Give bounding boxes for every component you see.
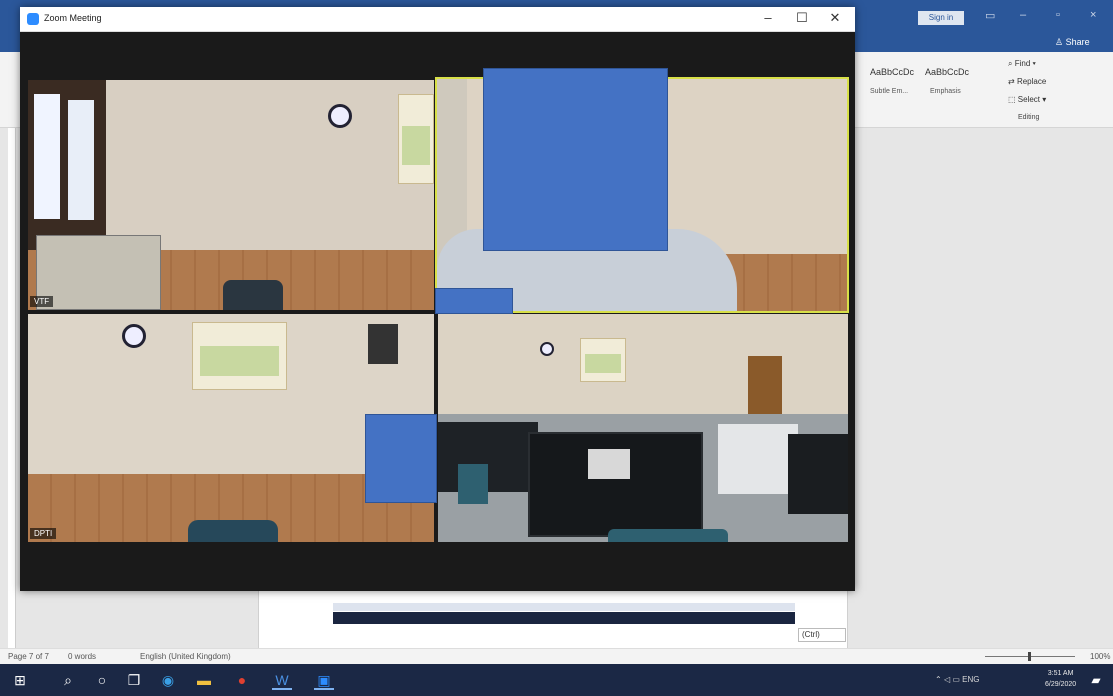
share-button[interactable]: ♙ Share <box>1055 37 1090 48</box>
zoom-close-button[interactable]: ✕ <box>825 10 845 26</box>
chair <box>188 520 278 542</box>
word-maximize-button[interactable]: ▫ <box>1056 9 1060 21</box>
sign-in-button[interactable]: Sign in <box>918 11 964 25</box>
zoom-percentage[interactable]: 100% <box>1090 652 1110 661</box>
clock-date: 6/29/2020 <box>1045 681 1077 688</box>
embedded-screenshot-toolbar <box>333 603 795 611</box>
wall-clock <box>328 104 352 128</box>
tray-chevron-icon[interactable]: ⌃ <box>935 675 942 684</box>
wall-fan <box>368 324 398 364</box>
zoom-window-title: Zoom Meeting <box>44 13 102 23</box>
word-taskbar-icon[interactable]: W <box>272 670 292 690</box>
window-pane <box>34 94 60 219</box>
word-close-button[interactable]: × <box>1090 9 1096 21</box>
wall-clock <box>540 342 554 356</box>
style-emphasis-caption: Emphasis <box>930 88 961 95</box>
file-explorer-icon[interactable]: ▬ <box>194 670 214 690</box>
zoom-minimize-button[interactable]: – <box>758 10 778 25</box>
style-subtle-emphasis-sample[interactable]: AaBbCcDc <box>870 67 914 77</box>
cortana-icon[interactable]: ○ <box>92 670 112 690</box>
language-indicator[interactable]: English (United Kingdom) <box>140 652 231 661</box>
redaction-box <box>435 288 513 314</box>
participant-name-tag: VTF <box>30 296 54 307</box>
word-minimize-button[interactable]: – <box>1020 9 1026 21</box>
volume-icon[interactable]: ◁ <box>944 675 950 684</box>
share-label: Share <box>1065 37 1090 47</box>
embedded-screenshot-taskbar <box>333 612 795 624</box>
replace-button[interactable]: ⇄ Replace <box>1008 77 1046 86</box>
page-count[interactable]: Page 7 of 7 <box>8 652 49 661</box>
notification-icon[interactable]: ▰ <box>1086 670 1106 690</box>
ribbon-display-options-icon[interactable]: ▭ <box>985 9 995 22</box>
monitor <box>718 424 798 494</box>
wall-clock <box>122 324 146 348</box>
monitor <box>438 422 538 492</box>
windows-start-icon[interactable]: ⊞ <box>10 670 30 690</box>
video-tile[interactable]: VTF <box>28 80 434 310</box>
word-statusbar: Page 7 of 7 0 words English (United King… <box>0 648 1113 664</box>
window-pane <box>68 100 94 220</box>
monitor <box>528 432 703 537</box>
redaction-box <box>365 414 437 503</box>
wall-poster <box>192 322 287 390</box>
zoom-slider-handle[interactable] <box>1028 652 1031 661</box>
wall <box>438 314 848 414</box>
clock-time: 3:51 AM <box>1047 670 1074 677</box>
chair <box>608 529 728 542</box>
monitor <box>788 434 848 514</box>
select-button[interactable]: ⬚ Select ▾ <box>1008 95 1046 104</box>
participant-name-tag: DPTI <box>30 528 57 539</box>
wall-poster <box>580 338 626 382</box>
chair <box>223 280 283 310</box>
zoom-titlebar: Zoom Meeting – ☐ ✕ <box>20 7 855 32</box>
system-tray[interactable]: ⌃ ◁ ▭ ENG <box>935 675 979 684</box>
style-emphasis-sample[interactable]: AaBbCcDc <box>925 67 969 77</box>
task-view-icon[interactable]: ❐ <box>124 670 144 690</box>
zoom-meeting-window: Zoom Meeting – ☐ ✕ VTF DPTI <box>20 7 855 591</box>
replace-icon: ⇄ <box>1008 77 1015 86</box>
search-icon: ⌕ <box>1008 59 1013 68</box>
word-count[interactable]: 0 words <box>68 652 96 661</box>
door <box>748 356 782 416</box>
chair <box>458 464 488 504</box>
style-subtle-emphasis-caption: Subtle Em... <box>870 88 909 95</box>
network-icon[interactable]: ▭ <box>952 675 960 684</box>
monitor <box>36 235 161 310</box>
wall-poster <box>398 94 434 184</box>
find-button[interactable]: ⌕ Find ▾ <box>1008 59 1036 69</box>
taskbar-clock[interactable]: 3:51 AM 6/29/2020 <box>1045 668 1076 690</box>
redaction-box <box>483 68 668 251</box>
vertical-ruler <box>8 128 16 648</box>
zoom-logo-icon <box>27 13 39 25</box>
input-language[interactable]: ENG <box>962 675 979 684</box>
zoom-bottom-area <box>20 542 855 591</box>
select-icon: ⬚ <box>1008 95 1016 104</box>
zoom-maximize-button[interactable]: ☐ <box>792 10 812 26</box>
monitor-label <box>588 449 630 479</box>
search-icon[interactable]: ⌕ <box>58 670 78 690</box>
editing-group-label: Editing <box>1018 114 1040 121</box>
paste-options-button[interactable]: (Ctrl) <box>798 628 846 642</box>
zoom-taskbar-icon[interactable]: ▣ <box>314 670 334 690</box>
video-tile[interactable] <box>438 314 848 542</box>
chrome-icon[interactable]: ● <box>232 670 252 690</box>
share-icon: ♙ <box>1055 37 1064 47</box>
edge-icon[interactable]: ◉ <box>158 670 178 690</box>
